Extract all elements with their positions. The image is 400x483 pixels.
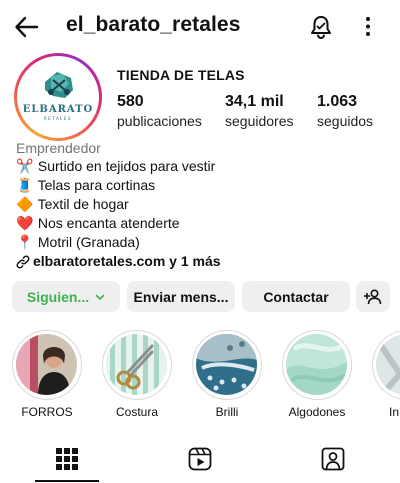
tab-reels[interactable]	[187, 446, 213, 472]
following-label: seguidos	[317, 113, 374, 129]
arrow-left-icon	[15, 16, 39, 38]
profile-display-name: TIENDA DE TELAS	[117, 67, 245, 83]
bio-line: ✂️ Surtido en tejidos para vestir	[16, 158, 216, 174]
tab-posts-grid[interactable]	[54, 446, 80, 472]
active-tab-indicator	[35, 480, 99, 482]
reels-icon	[188, 447, 212, 471]
highlight-cover	[196, 334, 257, 395]
link-icon	[16, 255, 30, 268]
profile-tabs	[0, 436, 400, 483]
contact-button[interactable]: Contactar	[242, 281, 350, 312]
send-message-button[interactable]: Enviar mens...	[127, 281, 235, 312]
bio-line: 📍 Motril (Granada)	[16, 234, 140, 250]
bio-link[interactable]: elbaratoretales.com y 1 más	[16, 252, 386, 271]
highlight-algodones[interactable]: Algodones	[277, 330, 357, 419]
notification-bell-icon	[311, 16, 331, 40]
posts-label: publicaciones	[117, 113, 202, 129]
svg-text:RETALES: RETALES	[44, 116, 72, 121]
highlight-label: Brilli	[215, 405, 239, 419]
highlight-cover	[376, 334, 400, 395]
highlight-label: FORROS	[21, 405, 73, 419]
grid-icon	[56, 448, 78, 470]
suggested-users-button[interactable]	[356, 281, 390, 312]
send-message-label: Enviar mens...	[133, 288, 229, 305]
following-button-label: Siguien...	[26, 288, 90, 305]
contact-label: Contactar	[263, 288, 329, 305]
profile-category: Emprendedor	[16, 140, 101, 156]
more-options-button[interactable]	[360, 14, 376, 40]
notifications-button[interactable]	[309, 14, 333, 40]
profile-bio: Emprendedor ✂️ Surtido en tejidos para v…	[16, 139, 386, 271]
tagged-icon	[321, 447, 345, 471]
bio-line: ❤️ Nos encanta atenderte	[16, 215, 180, 231]
posts-count: 580	[117, 93, 144, 110]
highlight-in[interactable]: In	[367, 330, 400, 419]
followers-label: seguidores	[225, 113, 294, 129]
store-logo: ELBARATO RETALES	[21, 60, 95, 134]
back-button[interactable]	[14, 14, 40, 40]
followers-count: 34,1 mil	[225, 93, 284, 110]
following-count: 1.063	[317, 93, 358, 110]
highlight-cover	[106, 334, 167, 395]
location-pin-icon: 📍	[16, 234, 34, 250]
following-stat[interactable]: 1.063 seguidos	[317, 92, 373, 131]
highlight-label: In	[389, 405, 400, 419]
story-highlights: FORROS Costura Brilli Algodones In	[0, 330, 400, 422]
orange-diamond-icon: 🔶	[16, 196, 34, 212]
heart-icon: ❤️	[16, 215, 34, 231]
followers-stat[interactable]: 34,1 mil seguidores	[225, 92, 294, 131]
highlight-cover	[286, 334, 347, 395]
highlight-label: Costura	[115, 405, 159, 419]
following-button[interactable]: Siguien...	[12, 281, 120, 312]
scissors-icon: ✂️	[16, 158, 34, 174]
profile-username: el_barato_retales	[66, 13, 241, 36]
profile-avatar-story-ring[interactable]: ELBARATO RETALES	[14, 53, 102, 141]
posts-stat[interactable]: 580 publicaciones	[117, 92, 202, 131]
add-user-icon	[364, 288, 382, 304]
thread-icon: 🧵	[16, 177, 34, 193]
highlight-label: Algodones	[288, 405, 346, 419]
svg-text:ELBARATO: ELBARATO	[23, 104, 94, 115]
bio-link-text: elbaratoretales.com y 1 más	[33, 253, 221, 269]
bio-line: 🔶 Textil de hogar	[16, 196, 129, 212]
highlight-brilli[interactable]: Brilli	[187, 330, 267, 419]
tab-tagged[interactable]	[320, 446, 346, 472]
highlight-costura[interactable]: Costura	[97, 330, 177, 419]
more-vertical-icon	[366, 17, 370, 36]
bio-line: 🧵 Telas para cortinas	[16, 177, 156, 193]
avatar: ELBARATO RETALES	[21, 60, 95, 134]
highlight-forros[interactable]: FORROS	[7, 330, 87, 419]
highlight-cover	[16, 334, 77, 395]
top-bar: el_barato_retales	[0, 0, 400, 54]
chevron-down-icon	[95, 294, 105, 300]
